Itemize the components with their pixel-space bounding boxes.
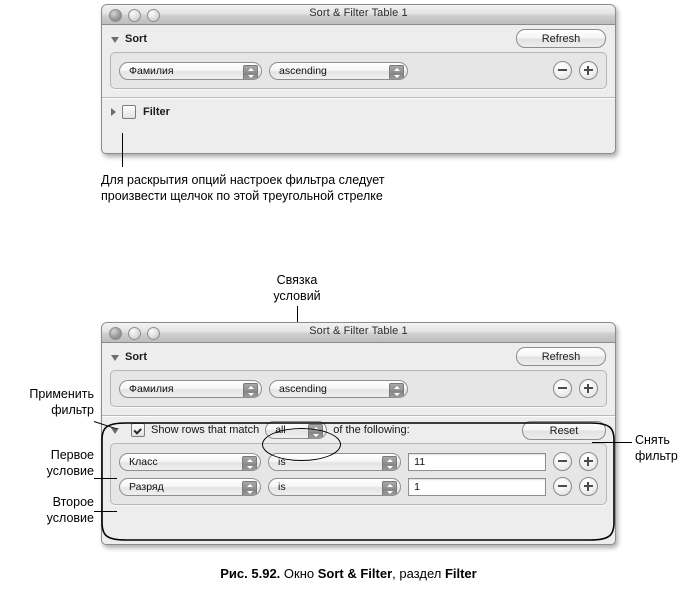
stepper-arrows-icon[interactable]	[389, 382, 404, 397]
figure-caption: Рис. 5.92. Окно Sort & Filter, раздел Fi…	[0, 566, 697, 581]
filter-section-label: Filter	[143, 106, 170, 118]
sort-rows-well: Фамилия ascending	[110, 52, 607, 89]
annotation-disclosure-note: Для раскрытия опций настроек фильтра сле…	[101, 173, 385, 203]
stepper-arrows-icon[interactable]	[389, 64, 404, 79]
window-title: Sort & Filter Table 1	[309, 325, 408, 337]
annotation-match-note: Связка условий	[273, 273, 321, 303]
filter-section-callout-bracket	[101, 422, 615, 541]
titlebar[interactable]: Sort & Filter Table 1	[102, 5, 615, 25]
disclosure-triangle-closed-icon[interactable]	[111, 108, 116, 116]
window-title: Sort & Filter Table 1	[309, 7, 408, 19]
sort-row-buttons	[553, 379, 598, 398]
caption-text-2: , раздел	[392, 566, 445, 581]
annotation-apply-filter: Применить фильтр	[29, 387, 94, 417]
sort-field-select[interactable]: Фамилия	[119, 379, 262, 398]
add-sort-row-button[interactable]	[579, 61, 598, 80]
annotation-clear-filter: Снять фильтр	[635, 433, 678, 463]
leader-line-clear-filter	[592, 442, 632, 443]
sort-field-value: Фамилия	[129, 382, 174, 395]
caption-bold-1: Sort & Filter	[317, 566, 393, 581]
figure-page: Sort & Filter Table 1 Sort Refresh Фамил…	[0, 0, 697, 597]
sort-field-select[interactable]: Фамилия	[119, 61, 262, 80]
refresh-button[interactable]: Refresh	[516, 347, 606, 366]
remove-sort-row-button[interactable]	[553, 379, 572, 398]
caption-text-1: Окно	[280, 566, 318, 581]
sort-rows-well: Фамилия ascending	[110, 370, 607, 407]
leader-line-disclosure	[122, 133, 123, 167]
sort-order-select[interactable]: ascending	[269, 61, 408, 80]
sort-section-label: Sort	[125, 32, 147, 45]
titlebar[interactable]: Sort & Filter Table 1	[102, 323, 615, 343]
add-sort-row-button[interactable]	[579, 379, 598, 398]
caption-bold-2: Filter	[444, 566, 477, 581]
sort-row: Фамилия ascending	[119, 378, 598, 399]
stepper-arrows-icon[interactable]	[243, 382, 258, 397]
leader-line-first-condition	[94, 478, 117, 479]
remove-sort-row-button[interactable]	[553, 61, 572, 80]
sort-field-value: Фамилия	[129, 64, 174, 77]
caption-figure-number: Рис. 5.92.	[220, 566, 281, 581]
sort-row-buttons	[553, 61, 598, 80]
refresh-button[interactable]: Refresh	[516, 29, 606, 48]
window-sort-filter-collapsed: Sort & Filter Table 1 Sort Refresh Фамил…	[101, 4, 616, 154]
sort-order-value: ascending	[279, 64, 327, 77]
stepper-arrows-icon[interactable]	[243, 64, 258, 79]
annotation-first-condition: Первое условие	[46, 448, 94, 478]
filter-enable-checkbox[interactable]	[122, 105, 136, 119]
disclosure-triangle-open-icon[interactable]	[111, 36, 119, 43]
filter-section-header: Filter	[102, 98, 615, 126]
sort-row: Фамилия ascending	[119, 60, 598, 81]
annotation-second-condition: Второе условие	[46, 495, 94, 525]
sort-section-header: Sort Refresh	[102, 343, 615, 370]
window-body: Sort Refresh Фамилия ascending	[102, 25, 615, 126]
disclosure-triangle-open-icon[interactable]	[111, 354, 119, 361]
leader-line-second-condition	[94, 511, 117, 512]
sort-section-label: Sort	[125, 350, 147, 363]
sort-order-value: ascending	[279, 382, 327, 395]
sort-order-select[interactable]: ascending	[269, 379, 408, 398]
sort-section-header: Sort Refresh	[102, 25, 615, 52]
